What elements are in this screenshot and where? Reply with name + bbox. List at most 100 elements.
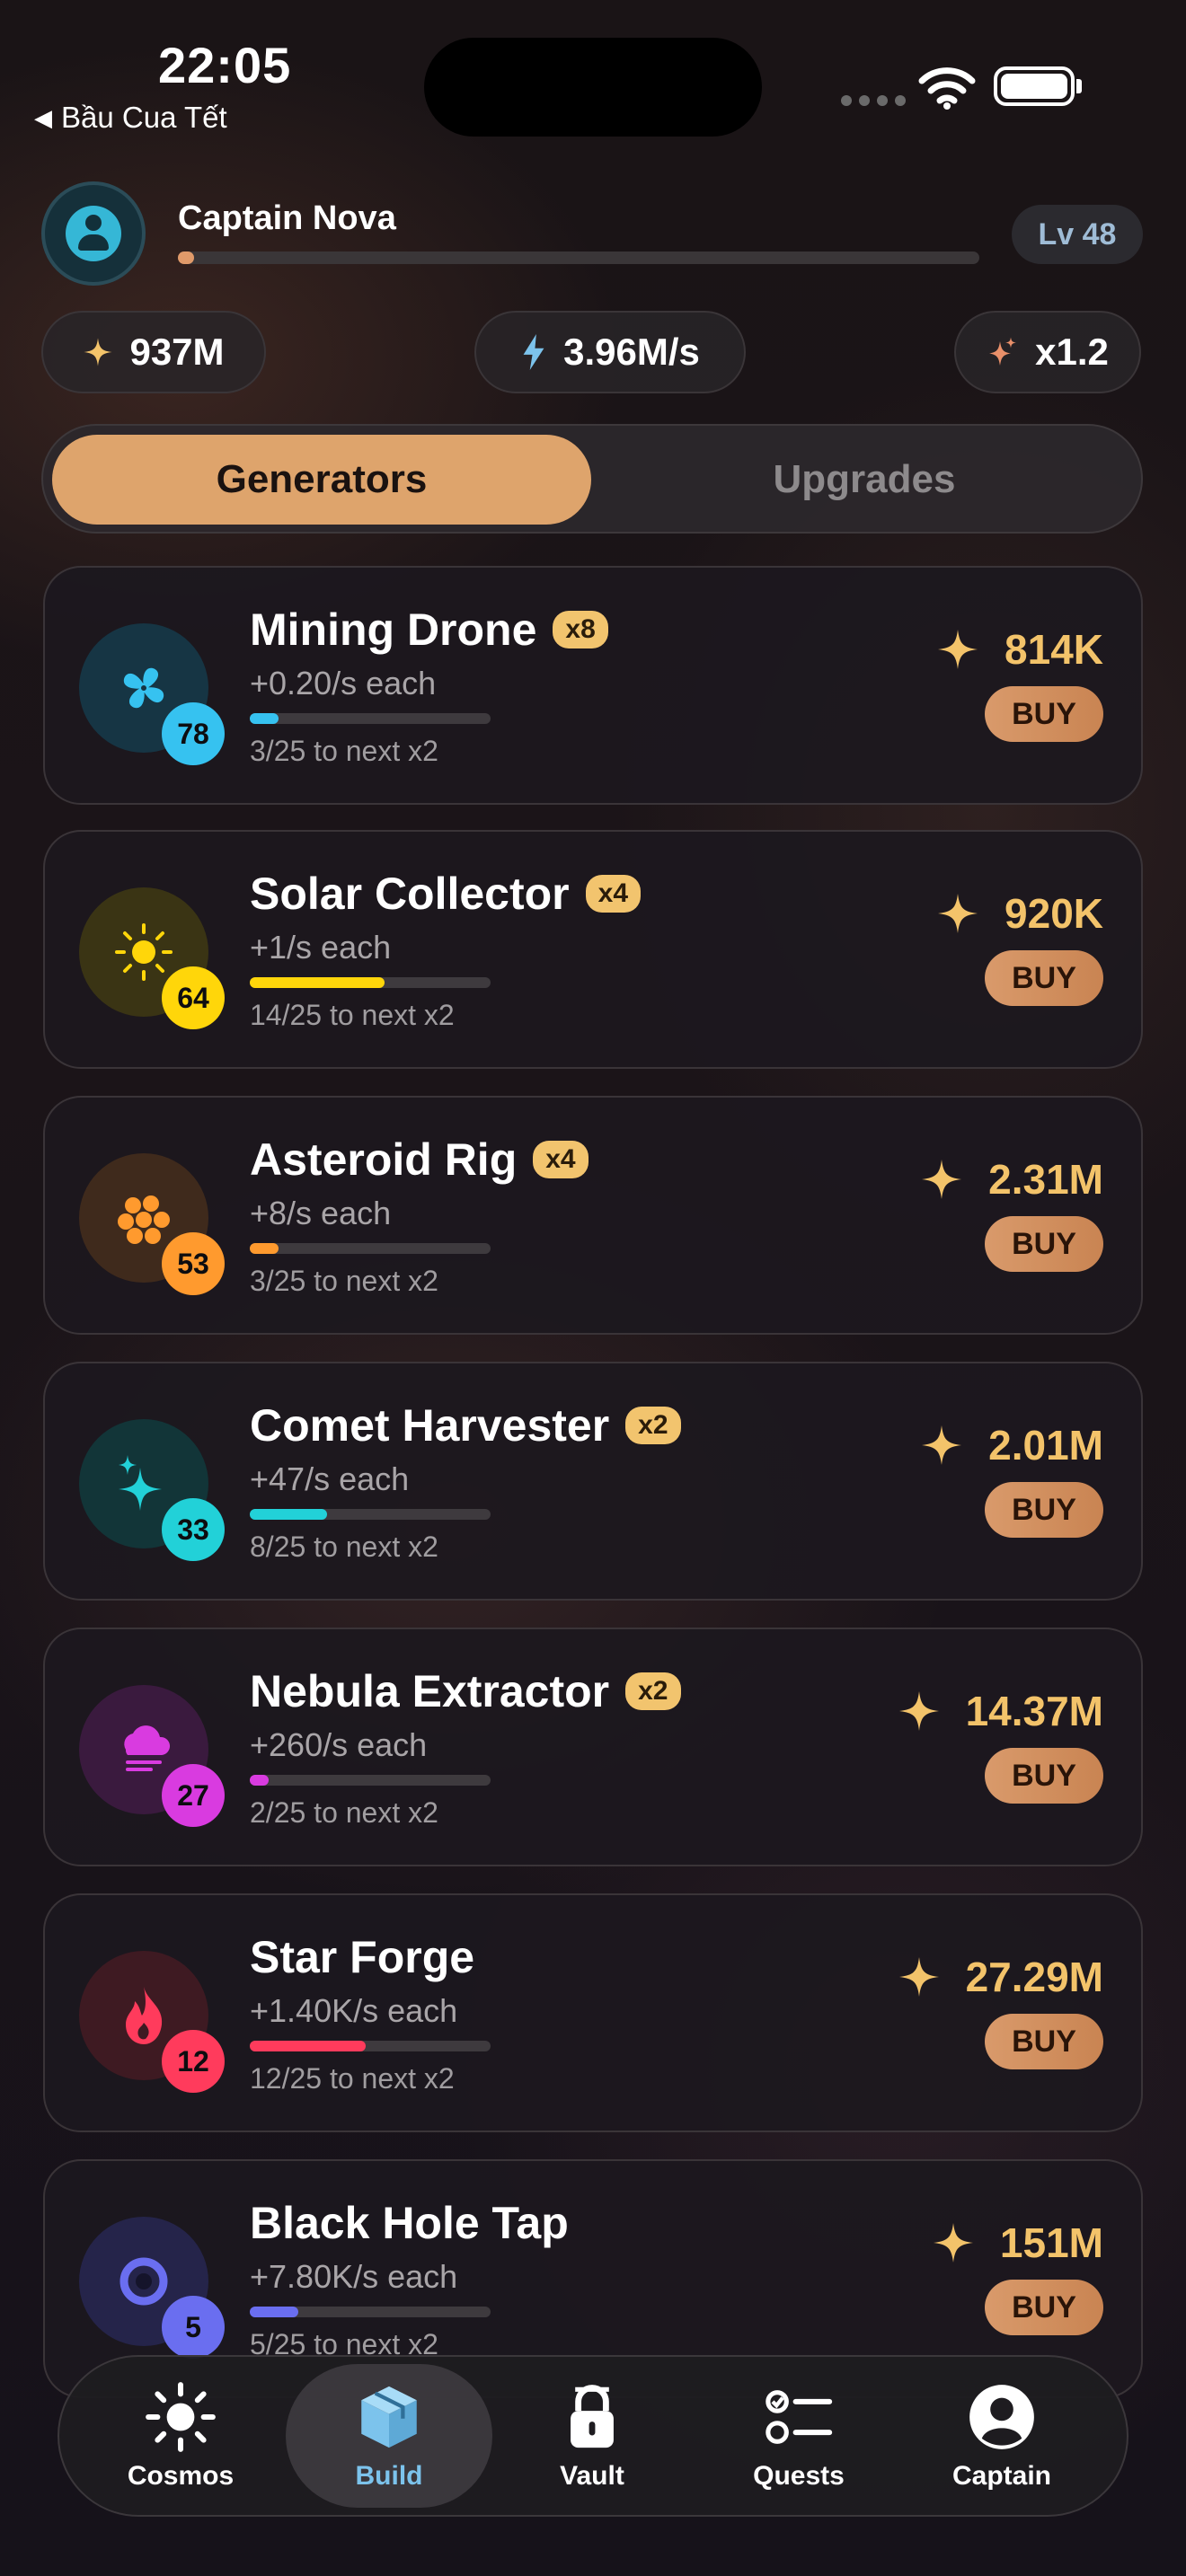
generator-cost-value: 2.01M: [988, 1422, 1103, 1469]
milestone-progress-bar: [250, 1243, 491, 1254]
generator-cost: 27.29M: [898, 1953, 1103, 2001]
generator-cost: 14.37M: [898, 1687, 1103, 1735]
generator-cost: 920K: [936, 889, 1103, 938]
generator-title: Nebula Extractor x2: [250, 1665, 681, 1717]
back-triangle-icon: ◀: [34, 103, 52, 131]
milestone-progress-bar: [250, 2041, 491, 2051]
xp-progress-bar: [178, 251, 979, 264]
rate-value: 3.96M/s: [563, 331, 700, 373]
generator-name: Star Forge: [250, 1932, 475, 1982]
generator-card: 64 Solar Collector x4 +1/s each 14/25 to…: [43, 830, 1143, 1069]
milestone-progress-text: 2/25 to next x2: [250, 1796, 438, 1829]
milestone-progress-bar: [250, 2307, 491, 2317]
currency-value: 937M: [129, 331, 225, 373]
sparkle-icon: [84, 338, 113, 366]
generator-name: Solar Collector: [250, 869, 570, 919]
multiplier-badge: x2: [625, 1407, 681, 1444]
xp-progress-fill: [178, 251, 194, 264]
tab-build-label: Build: [355, 2461, 423, 2491]
milestone-progress-fill: [250, 977, 385, 988]
generator-cost-value: 2.31M: [988, 1156, 1103, 1203]
buy-button[interactable]: BUY: [985, 1216, 1103, 1272]
milestone-progress-text: 12/25 to next x2: [250, 2062, 455, 2095]
generator-name: Asteroid Rig: [250, 1134, 518, 1185]
generator-title: Solar Collector x4: [250, 868, 642, 920]
generator-name: Black Hole Tap: [250, 2198, 569, 2248]
sparkle-icon: [938, 630, 978, 669]
tab-captain[interactable]: Captain: [898, 2364, 1105, 2508]
battery-icon: [994, 66, 1075, 106]
milestone-progress-text: 14/25 to next x2: [250, 999, 455, 1031]
buy-button[interactable]: BUY: [985, 2280, 1103, 2335]
generator-cost: 151M: [932, 2219, 1103, 2267]
checklist-icon: [766, 2390, 833, 2444]
generator-title: Mining Drone x8: [250, 604, 608, 656]
generator-title: Black Hole Tap: [250, 2197, 569, 2249]
generator-title: Comet Harvester x2: [250, 1399, 681, 1451]
sun-icon: [146, 2382, 216, 2452]
multiplier-stat: x1.2: [954, 311, 1141, 393]
generator-name: Mining Drone: [250, 604, 537, 655]
person-circle-icon: [969, 2385, 1034, 2449]
milestone-progress-fill: [250, 713, 279, 724]
battery-tip: [1076, 79, 1082, 93]
milestone-progress-fill: [250, 1775, 270, 1786]
avatar[interactable]: [41, 181, 146, 286]
multiplier-value: x1.2: [1035, 331, 1109, 373]
multiplier-badge: x4: [533, 1141, 589, 1178]
generator-name: Nebula Extractor: [250, 1666, 610, 1716]
buy-button[interactable]: BUY: [985, 686, 1103, 742]
generator-rate: +8/s each: [250, 1195, 392, 1231]
lock-icon: [571, 2385, 614, 2448]
owned-count-badge: 78: [162, 702, 225, 765]
generator-rate: +47/s each: [250, 1460, 410, 1497]
generator-rate: +7.80K/s each: [250, 2258, 458, 2295]
sparkle-icon: [933, 2223, 973, 2263]
cube-icon: [361, 2386, 417, 2448]
player-name: Captain Nova: [178, 199, 396, 237]
generator-card: 12 Star Forge +1.40K/s each 12/25 to nex…: [43, 1893, 1143, 2132]
generator-rate: +1.40K/s each: [250, 1992, 458, 2029]
back-app-label: Bầu Cua Tết: [61, 101, 227, 134]
buy-button[interactable]: BUY: [985, 1748, 1103, 1804]
owned-count-badge: 53: [162, 1232, 225, 1295]
tab-cosmos[interactable]: Cosmos: [77, 2364, 284, 2508]
generator-cost-value: 14.37M: [965, 1688, 1103, 1734]
cellular-dots-icon: [841, 95, 906, 106]
tab-generators[interactable]: Generators: [52, 435, 591, 525]
multiplier-badge: x8: [553, 611, 608, 648]
owned-count-badge: 27: [162, 1764, 225, 1827]
buy-button[interactable]: BUY: [985, 950, 1103, 1006]
generator-cost-value: 814K: [1005, 626, 1103, 673]
generator-card: 27 Nebula Extractor x2 +260/s each 2/25 …: [43, 1628, 1143, 1866]
generator-card: 53 Asteroid Rig x4 +8/s each 3/25 to nex…: [43, 1096, 1143, 1335]
tab-captain-label: Captain: [951, 2461, 1051, 2491]
owned-count-badge: 64: [162, 966, 225, 1029]
generator-card: 33 Comet Harvester x2 +47/s each 8/25 to…: [43, 1362, 1143, 1601]
tab-vault[interactable]: Vault: [489, 2364, 695, 2508]
generator-name: Comet Harvester: [250, 1400, 610, 1451]
sparkle-icon: [898, 1957, 939, 1997]
milestone-progress-fill: [250, 2041, 366, 2051]
bolt-icon: [523, 334, 544, 370]
sparkle-icon: [922, 1425, 962, 1465]
generator-cost-value: 27.29M: [965, 1954, 1103, 2000]
milestone-progress-text: 3/25 to next x2: [250, 1265, 438, 1297]
sparkle-icon: [898, 1691, 939, 1731]
generator-card: 78 Mining Drone x8 +0.20/s each 3/25 to …: [43, 566, 1143, 805]
dynamic-island: [424, 38, 762, 137]
multiplier-badge: x2: [625, 1672, 681, 1710]
buy-button[interactable]: BUY: [985, 1482, 1103, 1538]
tab-quests[interactable]: Quests: [695, 2364, 902, 2508]
multiplier-badge: x4: [585, 875, 642, 913]
tab-build[interactable]: Build: [286, 2364, 492, 2508]
back-to-app-link[interactable]: ◀ Bầu Cua Tết: [34, 101, 227, 135]
status-time: 22:05: [158, 37, 292, 93]
generator-cost: 814K: [936, 625, 1103, 674]
generator-rate: +260/s each: [250, 1726, 428, 1763]
tab-upgrades[interactable]: Upgrades: [597, 435, 1132, 525]
generator-cost-value: 920K: [1005, 890, 1103, 937]
generator-rate: +0.20/s each: [250, 665, 437, 701]
buy-button[interactable]: BUY: [985, 2014, 1103, 2069]
milestone-progress-bar: [250, 713, 491, 724]
